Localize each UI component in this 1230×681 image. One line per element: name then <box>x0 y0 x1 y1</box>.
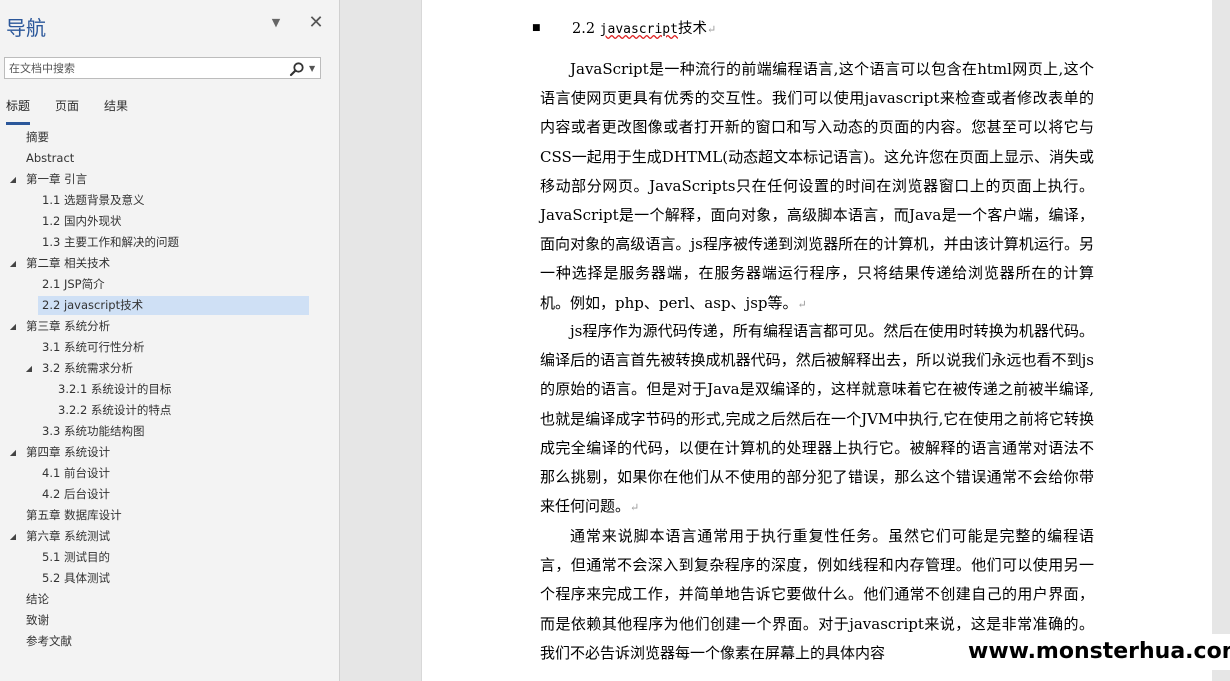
nav-heading-label: 摘要 <box>26 130 49 144</box>
nav-heading-item[interactable]: ◢ 3.2 系统需求分析 <box>0 359 330 378</box>
nav-heading-label: 结论 <box>26 592 49 606</box>
nav-heading-item[interactable]: 3.1 系统可行性分析 <box>0 338 330 357</box>
nav-heading-label: 2.1 JSP简介 <box>42 277 105 291</box>
paragraph-2-text: js程序作为源代码传递，所有编程语言都可见。然后在使用时转换为机器代码。编译后的… <box>540 322 1094 516</box>
nav-heading-label: 第五章 数据库设计 <box>26 508 122 522</box>
paragraph-1-text: JavaScript是一种流行的前端编程语言,这个语言可以包含在html网页上,… <box>540 60 1094 312</box>
nav-heading-item[interactable]: 结论 <box>0 590 330 609</box>
nav-heading-label: 4.2 后台设计 <box>42 487 110 501</box>
search-input[interactable] <box>7 59 286 77</box>
nav-heading-item[interactable]: 3.3 系统功能结构图 <box>0 422 330 441</box>
nav-heading-label: 致谢 <box>26 613 49 627</box>
nav-heading-item[interactable]: 5.2 具体测试 <box>0 569 330 588</box>
collapse-caret-icon[interactable]: ◢ <box>8 170 18 189</box>
nav-heading-item[interactable]: 4.1 前台设计 <box>0 464 330 483</box>
nav-heading-item[interactable]: 致谢 <box>0 611 330 630</box>
nav-heading-item[interactable]: 摘要 <box>0 128 330 147</box>
search-box[interactable]: ▼ <box>4 57 321 79</box>
nav-heading-label: 1.1 选题背景及意义 <box>42 193 145 207</box>
tab-pages[interactable]: 页面 <box>55 96 79 122</box>
nav-heading-label: 第二章 相关技术 <box>26 256 111 270</box>
collapse-caret-icon[interactable]: ◢ <box>8 443 18 462</box>
navigation-pane: 导航 ▼ ✕ ▼ 标题 页面 结果 摘要 Abstract ◢ 第一章 引言 1.1 选… <box>0 0 340 681</box>
paragraph-mark: ↵ <box>797 297 807 311</box>
nav-heading-label: 2.2 javascript技术 <box>42 298 144 312</box>
paragraph-mark: ↵ <box>706 23 717 36</box>
paragraph-mark: ↵ <box>630 501 640 515</box>
nav-heading-label: 参考文献 <box>26 634 72 648</box>
nav-heading-item[interactable]: 1.1 选题背景及意义 <box>0 191 330 210</box>
nav-heading-item[interactable]: ◢ 第一章 引言 <box>0 170 330 189</box>
nav-heading-label: 第四章 系统设计 <box>26 445 111 459</box>
nav-heading-label: 第六章 系统测试 <box>26 529 111 543</box>
tab-results[interactable]: 结果 <box>104 96 128 122</box>
nav-heading-label: 3.2.2 系统设计的特点 <box>58 403 172 417</box>
collapse-caret-icon[interactable]: ◢ <box>24 359 34 378</box>
nav-heading-label: 3.2.1 系统设计的目标 <box>58 382 172 396</box>
nav-heading-item[interactable]: ◢ 第四章 系统设计 <box>0 443 330 462</box>
watermark-text: www.monsterhua.com <box>968 634 1230 670</box>
nav-heading-label: 第三章 系统分析 <box>26 319 111 333</box>
nav-heading-item[interactable]: 3.2.2 系统设计的特点 <box>0 401 330 420</box>
nav-heading-label: 第一章 引言 <box>26 172 88 186</box>
nav-heading-item[interactable]: 2.1 JSP简介 <box>0 275 330 294</box>
navigation-title: 导航 <box>6 16 46 40</box>
heading-number: 2.2 <box>572 21 596 37</box>
collapse-caret-icon[interactable]: ◢ <box>8 317 18 336</box>
tab-headings[interactable]: 标题 <box>6 96 31 125</box>
heading-bullet: ■ <box>532 23 541 33</box>
nav-heading-label: 3.3 系统功能结构图 <box>42 424 145 438</box>
pane-options-button[interactable]: ▼ <box>268 15 284 31</box>
nav-heading-label: 3.1 系统可行性分析 <box>42 340 145 354</box>
nav-heading-item[interactable]: 参考文献 <box>0 632 330 651</box>
nav-heading-item[interactable]: 4.2 后台设计 <box>0 485 330 504</box>
nav-heading-label: Abstract <box>26 151 75 165</box>
nav-heading-item[interactable]: 5.1 测试目的 <box>0 548 330 567</box>
nav-heading-label: 4.1 前台设计 <box>42 466 110 480</box>
nav-heading-item[interactable]: 1.3 主要工作和解决的问题 <box>0 233 330 252</box>
nav-heading-label: 5.2 具体测试 <box>42 571 110 585</box>
nav-heading-item[interactable]: ◢ 第二章 相关技术 <box>0 254 330 273</box>
nav-heading-item[interactable]: Abstract <box>0 149 330 168</box>
nav-heading-label: 1.3 主要工作和解决的问题 <box>42 235 179 249</box>
paragraph-1[interactable]: JavaScript是一种流行的前端编程语言,这个语言可以包含在html网页上,… <box>540 55 1094 319</box>
nav-heading-item[interactable]: 第五章 数据库设计 <box>0 506 330 525</box>
search-icon[interactable] <box>289 61 305 77</box>
heading-title: 技术 <box>677 21 707 37</box>
nav-heading-item[interactable]: 1.2 国内外现状 <box>0 212 330 231</box>
nav-heading-label: 3.2 系统需求分析 <box>42 361 133 375</box>
section-heading[interactable]: 2.2 javascript技术↵ <box>572 17 716 38</box>
collapse-caret-icon[interactable]: ◢ <box>8 254 18 273</box>
nav-heading-item[interactable]: 2.2 javascript技术 <box>38 296 309 315</box>
nav-tabs: 标题 页面 结果 <box>0 96 340 125</box>
collapse-caret-icon[interactable]: ◢ <box>8 527 18 546</box>
paragraph-2[interactable]: js程序作为源代码传递，所有编程语言都可见。然后在使用时转换为机器代码。编译后的… <box>540 317 1094 522</box>
document-background <box>341 0 421 681</box>
close-pane-button[interactable]: ✕ <box>306 13 326 33</box>
document-background-right <box>1212 0 1230 681</box>
heading-keyword: javascript <box>599 22 678 37</box>
nav-heading-item[interactable]: 3.2.1 系统设计的目标 <box>0 380 330 399</box>
nav-heading-label: 5.1 测试目的 <box>42 550 110 564</box>
nav-heading-item[interactable]: ◢ 第三章 系统分析 <box>0 317 330 336</box>
chevron-down-icon[interactable]: ▼ <box>309 61 315 77</box>
nav-heading-label: 1.2 国内外现状 <box>42 214 122 228</box>
nav-heading-item[interactable]: ◢ 第六章 系统测试 <box>0 527 330 546</box>
